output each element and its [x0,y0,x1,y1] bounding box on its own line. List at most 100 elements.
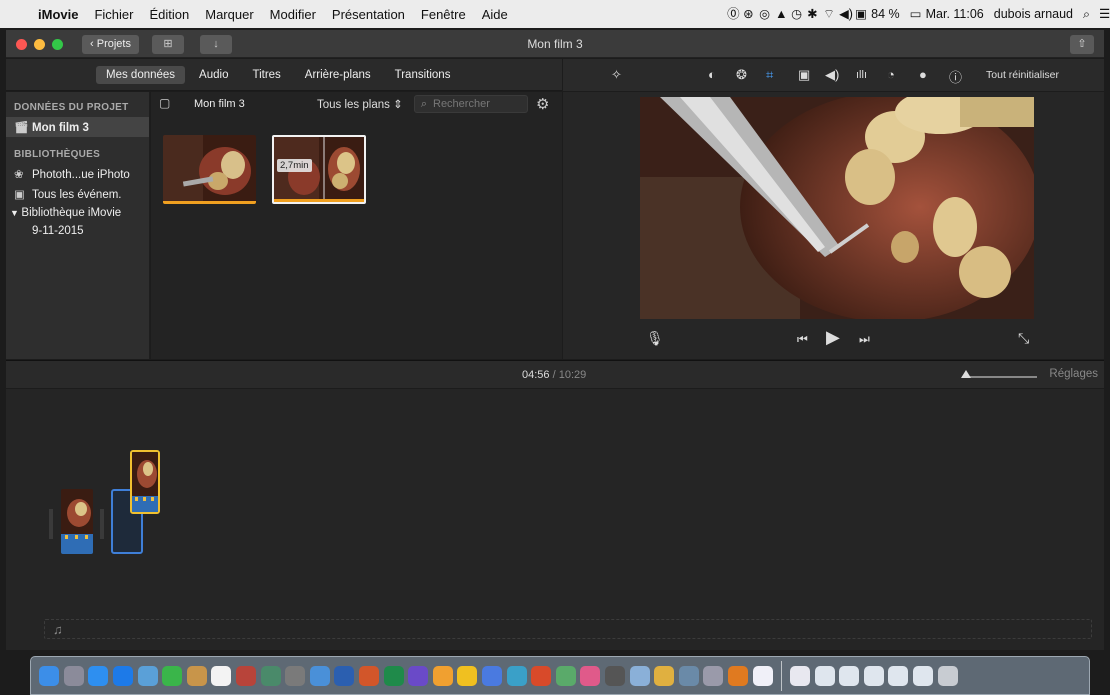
share-button[interactable]: ⇧ [1070,35,1094,54]
preview-icon[interactable] [137,665,158,686]
microphone-icon[interactable]: 🎙︎ [646,330,664,347]
search-field[interactable]: ⌕ Rechercher [414,95,528,113]
outlook-icon[interactable] [457,665,478,686]
user-name[interactable]: dubois arnaud [989,7,1078,21]
app-store-icon[interactable] [113,665,134,686]
launchpad-icon[interactable] [63,665,84,686]
tab-titles[interactable]: Titres [242,66,290,84]
skip-forward-icon[interactable]: ⏭ [859,332,870,347]
sidebar-item-iphoto[interactable]: ❀ Phototh...ue iPhoto [6,164,149,184]
document-stack-icon[interactable] [863,665,884,686]
app-icon[interactable] [703,665,724,686]
volume-icon[interactable]: ◀) [834,6,853,22]
tab-audio[interactable]: Audio [189,66,238,84]
safari-icon[interactable] [88,665,109,686]
zoom-slider-track[interactable] [962,376,1037,378]
powerpoint-icon[interactable] [359,665,380,686]
star-app-icon[interactable] [752,665,773,686]
clip-thumbnail[interactable] [163,135,256,204]
messages-icon[interactable] [432,665,453,686]
clock[interactable]: Mar. 11:06 [921,7,989,21]
wifi-icon[interactable]: ⌔ [818,6,835,22]
migration-icon[interactable] [309,665,330,686]
stabilization-icon[interactable]: ▣ [798,67,810,83]
facetime-icon[interactable] [162,665,183,686]
lync-icon[interactable] [481,665,502,686]
video-frame[interactable] [640,97,1034,319]
app-icon[interactable] [506,665,527,686]
menu-modify[interactable]: Modifier [262,7,324,22]
app-icon[interactable] [629,665,650,686]
info-icon[interactable]: ⓘ [949,67,962,86]
app-icon[interactable] [555,665,576,686]
status-app-icon[interactable]: ⊛ [738,6,754,22]
clip-thumbnail-selected[interactable]: 2,7min [272,135,366,204]
filter-icon[interactable]: ● [919,67,927,82]
zoom-slider-knob[interactable] [961,370,971,378]
tab-backgrounds[interactable]: Arrière-plans [295,66,381,84]
timeline-clip[interactable] [61,489,93,554]
music-track[interactable]: ♫ [44,619,1092,639]
bluetooth-icon[interactable]: ✱ [802,6,818,22]
sidebar-item-project[interactable]: 🎬︎ Mon film 3 [6,117,149,137]
trash-icon[interactable] [937,665,958,686]
tab-transitions[interactable]: Transitions [385,66,461,84]
contacts-icon[interactable] [186,665,207,686]
time-machine-icon[interactable]: ◷ [786,6,802,22]
system-preferences-icon[interactable] [285,665,306,686]
menu-edit[interactable]: Édition [141,7,197,22]
color-palette-icon[interactable]: ❂ [736,67,747,83]
gear-icon[interactable]: ⚙ [536,95,549,113]
calendar-icon[interactable] [211,665,232,686]
skip-back-icon[interactable]: ⏮ [797,332,808,347]
fullscreen-icon[interactable]: ⤡ [1018,330,1029,347]
battery-icon[interactable]: ▭ [905,6,922,22]
firefox-icon[interactable] [727,665,748,686]
crop-icon[interactable]: ⌗ [766,67,773,83]
menu-view[interactable]: Présentation [324,7,413,22]
app-icon[interactable] [654,665,675,686]
sidebar-item-imovie-library[interactable]: ▼ Bibliothèque iMovie [6,204,149,222]
menu-file[interactable]: Fichier [86,7,141,22]
spotlight-search-icon[interactable]: ⌕ [1078,6,1094,22]
status-app-icon[interactable]: ◎ [754,6,770,22]
document-stack-icon[interactable] [888,665,909,686]
menu-window[interactable]: Fenêtre [413,7,474,22]
volume-icon[interactable]: ◀) [825,67,839,83]
app-icon[interactable] [531,665,552,686]
imovie-icon[interactable] [604,665,625,686]
tab-my-media[interactable]: Mes données [96,65,186,84]
app-menu[interactable]: iMovie [30,7,86,22]
notification-center-icon[interactable]: ☰ [1094,6,1110,22]
status-app-icon[interactable]: ⓪ [722,6,740,22]
photo-booth-icon[interactable] [236,665,257,686]
equalizer-icon[interactable]: ıllı [856,69,867,81]
iphoto-icon[interactable] [260,665,281,686]
document-stack-icon[interactable] [814,665,835,686]
word-icon[interactable] [334,665,355,686]
disclosure-triangle-icon[interactable]: ▼ [10,208,21,218]
play-icon[interactable]: ▶ [826,327,840,348]
speed-icon[interactable]: ◔ [887,67,895,82]
battery-percent[interactable]: 84 % [866,7,905,21]
sidebar-item-event[interactable]: 9-11-2015 [6,222,149,240]
menu-mark[interactable]: Marquer [197,7,261,22]
finder-icon[interactable] [39,665,60,686]
excel-icon[interactable] [383,665,404,686]
photos-icon[interactable] [580,665,601,686]
timeline-settings-button[interactable]: Réglages [1049,368,1098,380]
sidebar-item-all-events[interactable]: ▣ Tous les événem. [6,184,149,204]
document-stack-icon[interactable] [913,665,934,686]
magic-wand-icon[interactable]: ✧ [611,67,622,83]
itunes-icon[interactable] [790,665,811,686]
input-source-icon[interactable]: ▣ [850,6,867,22]
menu-help[interactable]: Aide [474,7,516,22]
sidebar-toggle-icon[interactable]: ▢ [159,96,170,110]
reset-all-button[interactable]: Tout réinitialiser [986,69,1059,81]
onenote-icon[interactable] [408,665,429,686]
color-balance-icon[interactable]: ◐ [708,67,716,82]
clip-filter-select[interactable]: Tous les plans ⇕ [317,97,403,111]
dragged-clip[interactable] [130,450,160,514]
app-icon[interactable] [678,665,699,686]
document-stack-icon[interactable] [839,665,860,686]
